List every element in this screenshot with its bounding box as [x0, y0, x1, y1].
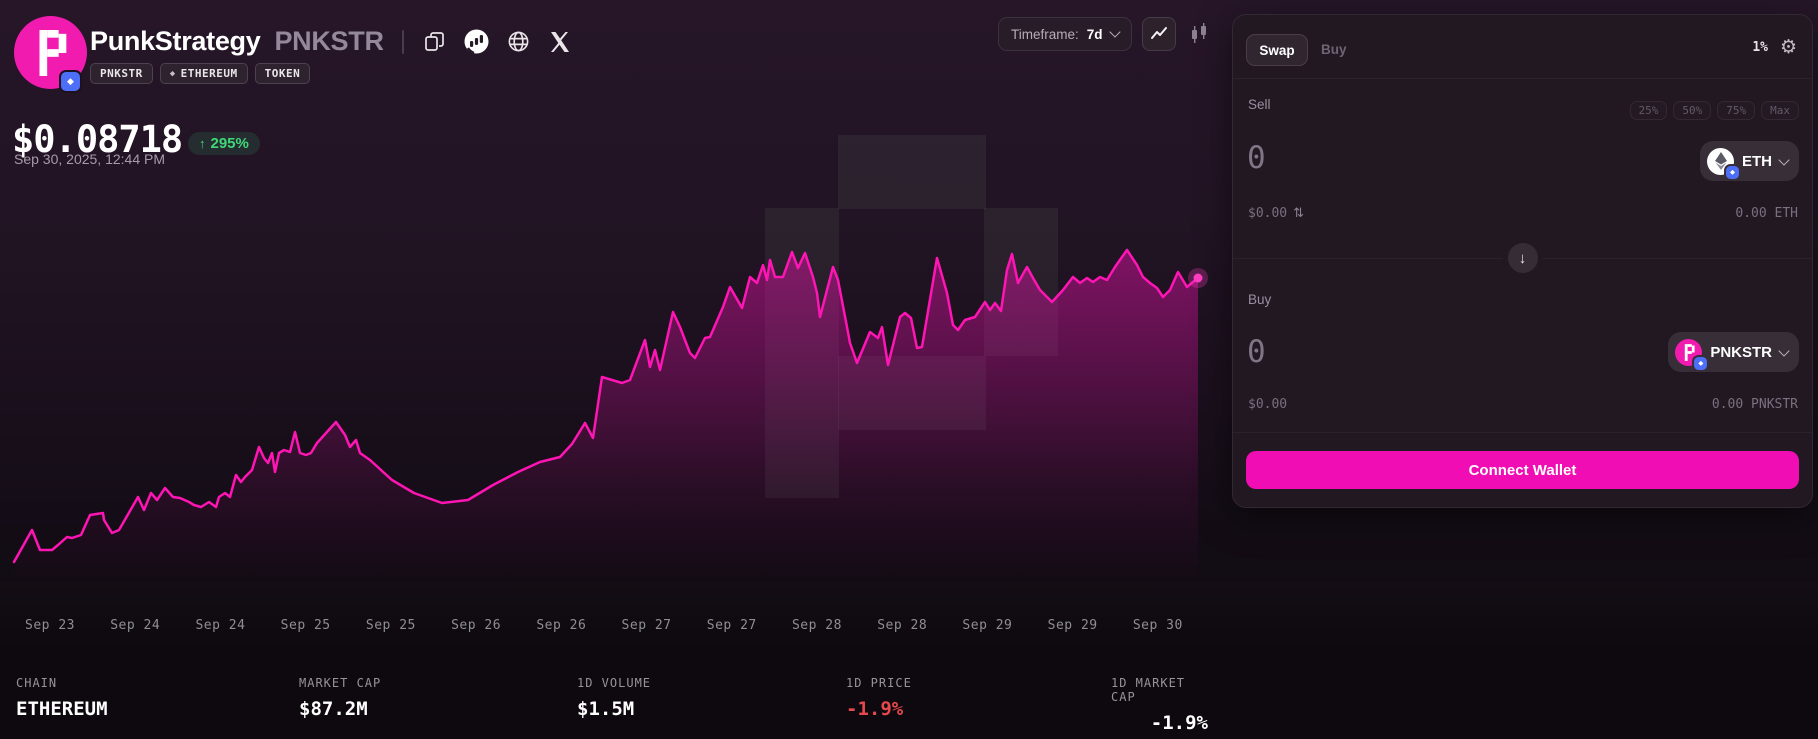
stat-value: -1.9%	[846, 698, 912, 720]
x-axis-label: Sep 29	[1031, 618, 1115, 633]
sell-usd-value: $0.00⇅	[1248, 206, 1304, 221]
price-timestamp: Sep 30, 2025, 12:44 PM	[14, 151, 165, 167]
stat-value: $87.2M	[299, 698, 381, 720]
social-links	[422, 29, 573, 54]
buy-amount-input[interactable]: 0	[1247, 337, 1266, 368]
stat-label: 1D VOLUME	[577, 676, 651, 690]
copy-icon[interactable]	[422, 29, 447, 54]
ticker-chip[interactable]: PNKSTR	[90, 63, 153, 84]
ethereum-mini-badge-icon: ◆	[1726, 166, 1739, 179]
type-chip[interactable]: TOKEN	[255, 63, 311, 84]
chain-chip[interactable]: ◆ETHEREUM	[160, 63, 248, 84]
stat-value: -1.9%	[1111, 712, 1208, 734]
price-change-badge: ↑ 295%	[188, 132, 260, 155]
swap-direction-button[interactable]: ↓	[1503, 238, 1543, 278]
pixel-p-glyph	[1682, 344, 1696, 361]
stat-label: MARKET CAP	[299, 676, 381, 690]
quick-50-button[interactable]: 50%	[1673, 101, 1711, 120]
divider	[402, 30, 404, 54]
chart-area-fill	[14, 250, 1198, 582]
token-logo: ◆	[14, 16, 87, 89]
arrow-down-icon: ↓	[1519, 250, 1527, 267]
stat-label: 1D PRICE	[846, 676, 912, 690]
buy-label: Buy	[1248, 292, 1271, 307]
x-axis-label: Sep 25	[349, 618, 433, 633]
divider	[1233, 432, 1812, 433]
swap-direction-icon[interactable]: ⇅	[1293, 206, 1304, 221]
eth-diamond-icon: ◆	[170, 69, 176, 79]
pixel-p-glyph	[31, 30, 71, 76]
sell-balance: 0.00 ETH	[1735, 206, 1798, 221]
title-row: PunkStrategy PNKSTR	[90, 26, 573, 57]
x-axis-label: Sep 25	[264, 618, 348, 633]
sell-label: Sell	[1248, 97, 1271, 112]
x-axis-label: Sep 23	[8, 618, 92, 633]
stat-value: ETHEREUM	[16, 698, 108, 720]
slippage-value[interactable]: 1%	[1752, 40, 1768, 55]
up-arrow-icon: ↑	[199, 136, 206, 151]
buy-usd-value: $0.00	[1248, 397, 1287, 412]
etherscan-icon[interactable]	[464, 29, 489, 54]
website-globe-icon[interactable]	[506, 29, 531, 54]
x-axis-label: Sep 29	[945, 618, 1029, 633]
ethereum-mini-badge-icon: ◆	[1694, 357, 1707, 370]
tab-buy[interactable]: Buy	[1321, 34, 1347, 64]
token-symbol: PNKSTR	[274, 26, 383, 57]
x-axis-label: Sep 28	[860, 618, 944, 633]
buy-token-selector[interactable]: ◆ PNKSTR	[1668, 332, 1799, 372]
timeframe-dropdown[interactable]: Timeframe:7d	[998, 17, 1132, 51]
quick-amount-chips: 25% 50% 75% Max	[1630, 101, 1800, 120]
x-axis-label: Sep 26	[434, 618, 518, 633]
quick-25-button[interactable]: 25%	[1630, 101, 1668, 120]
buy-balance: 0.00 PNKSTR	[1712, 397, 1798, 412]
chart-end-dot-glow	[1188, 268, 1208, 288]
stat-1d-market-cap: 1D MARKET CAP -1.9%	[1111, 676, 1208, 734]
x-axis-label: Sep 26	[519, 618, 603, 633]
stat-chain: CHAIN ETHEREUM	[16, 676, 108, 720]
x-axis-label: Sep 27	[605, 618, 689, 633]
line-chart-icon[interactable]	[1142, 17, 1176, 51]
x-twitter-icon[interactable]	[548, 29, 573, 54]
pnkstr-token-icon: ◆	[1675, 339, 1702, 366]
stat-1d-volume: 1D VOLUME $1.5M	[577, 676, 651, 720]
swap-panel: Swap Buy 1% ⚙ Sell 25% 50% 75% Max 0 ◆ E…	[1232, 14, 1813, 508]
quick-75-button[interactable]: 75%	[1717, 101, 1755, 120]
x-axis-label: Sep 28	[775, 618, 859, 633]
x-axis-label: Sep 27	[690, 618, 774, 633]
chart-line	[14, 250, 1198, 562]
stat-label: 1D MARKET CAP	[1111, 676, 1208, 704]
sell-token-selector[interactable]: ◆ ETH	[1700, 141, 1799, 181]
x-axis-label: Sep 24	[93, 618, 177, 633]
stat-label: CHAIN	[16, 676, 108, 690]
eth-token-icon: ◆	[1707, 148, 1734, 175]
chevron-down-icon	[1778, 345, 1789, 356]
chevron-down-icon	[1778, 154, 1789, 165]
stat-1d-price: 1D PRICE -1.9%	[846, 676, 912, 720]
chart-controls: Timeframe:7d	[998, 18, 1212, 50]
x-axis-labels: Sep 23Sep 24Sep 24Sep 25Sep 25Sep 26Sep …	[8, 618, 1200, 633]
chart-end-dot	[1194, 274, 1203, 283]
connect-wallet-button[interactable]: Connect Wallet	[1246, 451, 1799, 489]
stat-market-cap: MARKET CAP $87.2M	[299, 676, 381, 720]
candlestick-icon[interactable]	[1186, 18, 1212, 50]
tab-swap[interactable]: Swap	[1246, 34, 1308, 66]
divider	[1233, 78, 1812, 79]
page-title: PunkStrategy	[90, 26, 260, 57]
sell-amount-input[interactable]: 0	[1247, 143, 1266, 174]
ethereum-chain-badge-icon: ◆	[61, 72, 80, 91]
x-axis-label: Sep 24	[178, 618, 262, 633]
x-axis-label: Sep 30	[1116, 618, 1200, 633]
quick-max-button[interactable]: Max	[1761, 101, 1799, 120]
stat-value: $1.5M	[577, 698, 651, 720]
gear-icon[interactable]: ⚙	[1780, 34, 1797, 61]
watermark-p-logo	[765, 135, 1058, 498]
tag-chips: PNKSTR ◆ETHEREUM TOKEN	[90, 63, 310, 84]
chevron-down-icon	[1109, 26, 1120, 37]
